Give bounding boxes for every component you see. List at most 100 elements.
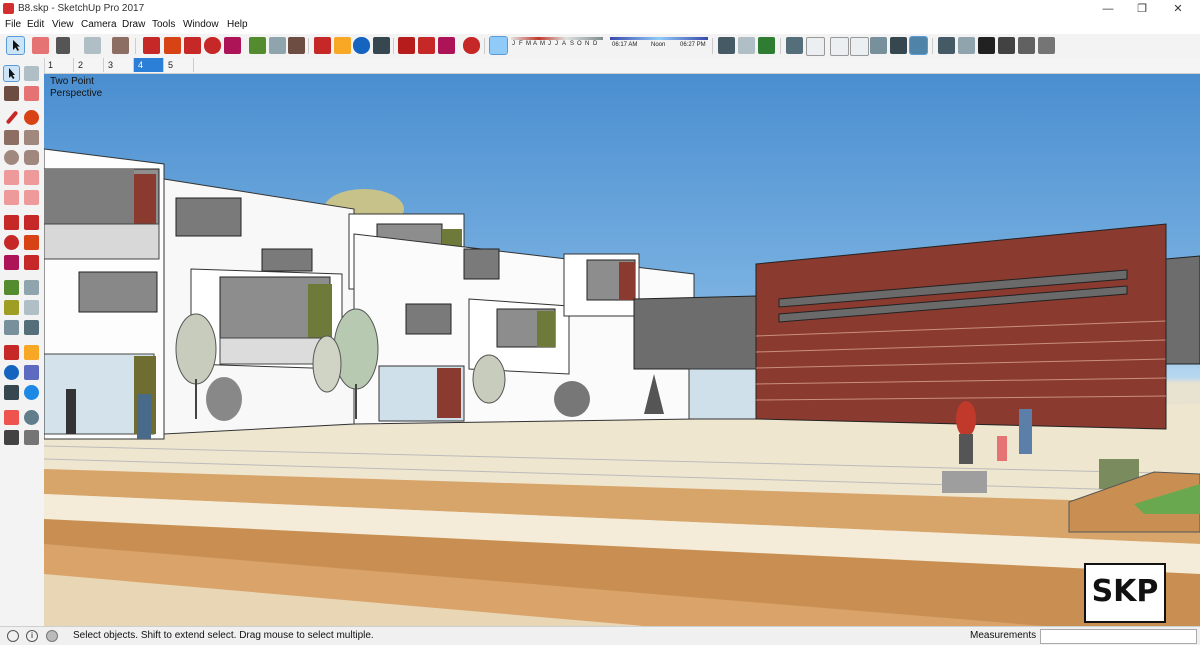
3d-text-icon[interactable] [24,320,39,335]
right-view-icon[interactable] [998,37,1015,54]
orbit-icon[interactable] [314,37,331,54]
shaded-textures-icon[interactable] [890,37,907,54]
camera-mode-line1: Two Point [50,76,94,87]
protractor-icon[interactable] [4,300,19,315]
polygon-icon[interactable] [24,150,39,165]
measurements-input[interactable] [1040,629,1197,644]
scene-tab-4[interactable]: 4 [134,58,164,72]
move-icon[interactable] [4,215,19,230]
follow-me-icon[interactable] [24,235,39,250]
dimension-icon[interactable] [24,280,39,295]
monochrome-icon[interactable] [909,36,928,55]
menu-tools[interactable]: Tools [152,19,175,30]
select-tool-icon[interactable] [6,36,25,55]
menu-camera[interactable]: Camera [81,19,117,30]
line-tool-icon[interactable] [56,37,70,54]
warehouse-icon[interactable] [398,37,415,54]
xray-style-icon[interactable] [786,37,803,54]
model-viewport[interactable]: Two Point Perspective SKP [44,74,1200,626]
circle-icon[interactable] [4,150,19,165]
scene-tab-3[interactable]: 3 [104,58,134,72]
zoom-icon[interactable] [4,365,19,380]
iso-view-icon[interactable] [938,37,955,54]
extension-warehouse-icon[interactable] [463,37,480,54]
back-view-icon[interactable] [1018,37,1035,54]
move-icon[interactable] [184,37,201,54]
shaded-icon[interactable] [870,37,887,54]
left-view-icon[interactable] [1038,37,1055,54]
eraser-tool-icon[interactable] [32,37,49,54]
scale-icon[interactable] [224,37,241,54]
previous-view-icon[interactable] [24,385,39,400]
paint-bucket-icon[interactable] [288,37,305,54]
walk-icon[interactable] [4,430,19,445]
tape-measure-icon[interactable] [249,37,266,54]
rectangle-icon[interactable] [4,130,19,145]
rotated-rectangle-icon[interactable] [24,130,39,145]
shapes-tool-icon[interactable] [84,37,101,54]
pie-icon[interactable] [24,190,39,205]
tape-measure-icon[interactable] [4,280,19,295]
text-tool-icon[interactable] [269,37,286,54]
close-button[interactable]: ✕ [1164,1,1192,17]
share-model-icon[interactable] [418,37,435,54]
rectangle-tool-icon[interactable] [112,37,129,54]
menu-window[interactable]: Window [183,19,219,30]
menu-view[interactable]: View [52,19,74,30]
arc-icon[interactable] [4,170,19,185]
display-section-icon[interactable] [738,37,755,54]
shadow-month-slider[interactable]: J F M A M J J A S O N D [511,37,603,51]
three-point-arc-icon[interactable] [4,190,19,205]
menu-help[interactable]: Help [227,19,248,30]
push-pull-icon[interactable] [143,37,160,54]
wireframe-icon[interactable] [830,37,849,56]
hidden-line-icon[interactable] [850,37,869,56]
pan-icon[interactable] [24,345,39,360]
maximize-button[interactable]: ❐ [1128,1,1156,17]
freehand-icon[interactable] [24,110,39,125]
two-point-arc-icon[interactable] [24,170,39,185]
zoom-extents-icon[interactable] [4,385,19,400]
rotate-icon[interactable] [204,37,221,54]
toolbar-separator [135,38,136,54]
front-view-icon[interactable] [978,37,995,54]
rotate-icon[interactable] [4,235,19,250]
toolbar-separator [932,38,933,54]
make-component-icon[interactable] [24,66,39,81]
pan-icon[interactable] [334,37,351,54]
scene-tab-5[interactable]: 5 [164,58,194,72]
menu-edit[interactable]: Edit [27,19,44,30]
push-pull-icon[interactable] [24,215,39,230]
line-icon[interactable] [5,110,19,125]
geo-location-icon[interactable] [7,630,19,642]
look-around-icon[interactable] [24,410,39,425]
top-view-icon[interactable] [958,37,975,54]
scale-icon[interactable] [4,255,19,270]
follow-me-icon[interactable] [164,37,181,54]
zoom-window-icon[interactable] [24,365,39,380]
offset-icon[interactable] [24,255,39,270]
menu-draw[interactable]: Draw [122,19,145,30]
shadow-time-slider[interactable]: 06:17 AM Noon 06:27 PM [610,37,708,51]
position-camera-icon[interactable] [4,410,19,425]
components-icon[interactable] [438,37,455,54]
scene-tab-2[interactable]: 2 [74,58,104,72]
zoom-extents-icon[interactable] [373,37,390,54]
zoom-icon[interactable] [353,37,370,54]
minimize-button[interactable]: — [1094,1,1122,17]
shadows-toggle-icon[interactable] [489,36,508,55]
back-edges-icon[interactable] [806,37,825,56]
paint-bucket-icon[interactable] [4,86,19,101]
text-icon[interactable] [24,300,39,315]
user-account-icon[interactable] [46,630,58,642]
section-cut-icon[interactable] [758,37,775,54]
section-plane-icon[interactable] [718,37,735,54]
select-icon[interactable] [3,65,20,82]
eraser-icon[interactable] [24,86,39,101]
menu-file[interactable]: File [5,19,21,30]
section-plane-icon[interactable] [24,430,39,445]
orbit-icon[interactable] [4,345,19,360]
scene-tab-1[interactable]: 1 [44,58,74,72]
credits-info-icon[interactable]: i [26,630,38,642]
axes-icon[interactable] [4,320,19,335]
